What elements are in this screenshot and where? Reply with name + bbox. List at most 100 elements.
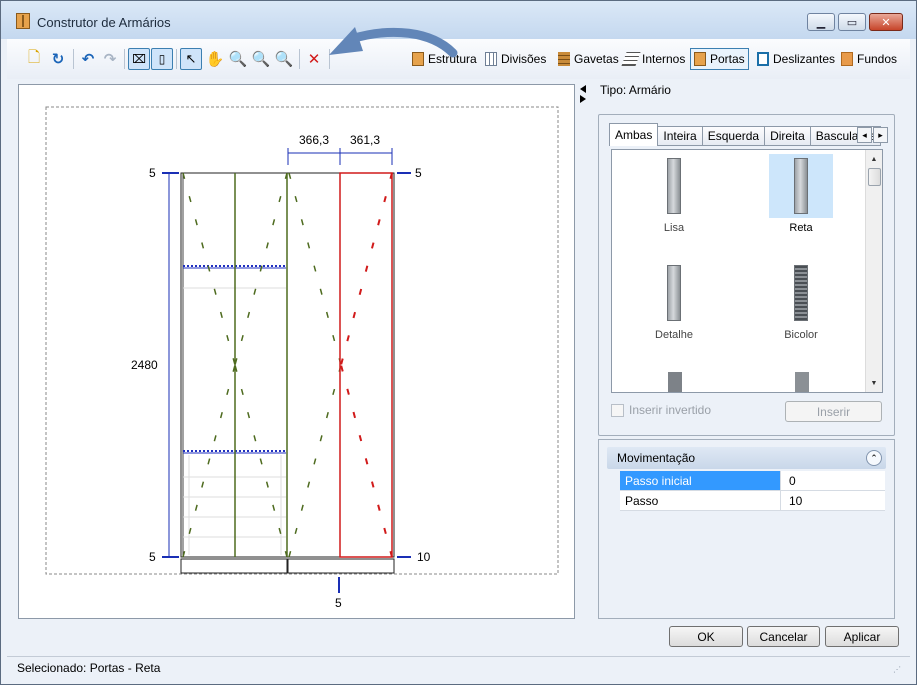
resize-grip-icon[interactable]: ⋰	[893, 665, 903, 675]
dimension-label-height: 2480	[131, 358, 158, 372]
category-label: Deslizantes	[773, 52, 836, 66]
tab-direita[interactable]: Direita	[765, 126, 811, 146]
chevron-left-icon: ◂	[862, 129, 867, 140]
main-window: Construtor de Armários ▁ ▭ ✕ 🗋 ↻ ↶ ↷ ⌧ ▯…	[0, 0, 917, 685]
maximize-button[interactable]: ▭	[838, 13, 866, 31]
door-open-view-icon: ⌧	[132, 52, 146, 66]
movement-grid: Passo inicial 0 Passo 10	[620, 471, 885, 511]
door-type-tabs: Ambas Inteira Esquerda Direita Basculant…	[609, 123, 882, 146]
category-label: Internos	[642, 52, 686, 66]
margin-label-bottom-left: 5	[149, 550, 156, 564]
category-divisoes[interactable]: Divisões	[481, 48, 550, 70]
ok-button[interactable]: OK	[669, 626, 743, 647]
pan-tool-button[interactable]: ✋	[204, 48, 226, 70]
undo-icon: ↶	[81, 51, 95, 68]
internos-icon	[621, 52, 641, 66]
type-label: Tipo: Armário	[600, 83, 671, 97]
close-button[interactable]: ✕	[869, 13, 903, 31]
zoom-fit-icon: 🔍	[274, 51, 294, 68]
property-value-input[interactable]: 10	[781, 491, 885, 510]
door-item-reta[interactable]: Reta	[769, 154, 833, 234]
margin-label-bottom-center: 5	[335, 596, 342, 610]
canvas-frame	[45, 106, 559, 575]
minimize-icon: ▁	[816, 16, 826, 29]
category-label: Gavetas	[574, 52, 619, 66]
tab-esquerda[interactable]: Esquerda	[702, 126, 766, 146]
door-item-bicolor[interactable]: Bicolor	[769, 261, 833, 341]
grid-row-passo-inicial[interactable]: Passo inicial 0	[620, 471, 885, 491]
category-gavetas[interactable]: Gavetas	[554, 48, 623, 70]
view-mode-button-1[interactable]: ⌧	[128, 48, 150, 70]
door-item-detalhe[interactable]: Detalhe	[642, 261, 706, 341]
collapse-chevron-up-icon[interactable]: ⌃	[866, 450, 882, 466]
gallery-scrollbar[interactable]: ▲ ▼	[865, 150, 882, 392]
category-deslizantes[interactable]: Deslizantes	[753, 48, 839, 70]
door-detalhe-thumbnail	[667, 265, 681, 321]
dimension-label-top-left: 366,3	[299, 133, 329, 147]
insert-inverted-row[interactable]: Inserir invertido	[611, 403, 711, 417]
door-gallery: Lisa Reta Detalhe Bicolor ▲ ▼	[611, 149, 883, 393]
scroll-down-icon[interactable]: ▼	[866, 376, 882, 390]
door-bicolor-thumbnail	[794, 265, 808, 321]
door-item-label: Detalhe	[655, 329, 693, 341]
insert-button[interactable]: Inserir	[785, 401, 882, 422]
collapse-panel-arrows[interactable]	[578, 83, 588, 103]
annotation-arrow	[329, 27, 458, 58]
view-mode-button-2[interactable]: ▯	[151, 48, 173, 70]
category-fundos[interactable]: Fundos	[837, 48, 901, 70]
delete-x-icon: ✕	[307, 51, 321, 68]
door-item-lisa[interactable]: Lisa	[642, 154, 706, 234]
door-thumbnail-partial	[795, 372, 809, 392]
tab-scroll-left[interactable]: ◂	[857, 127, 872, 143]
apply-button[interactable]: Aplicar	[825, 626, 899, 647]
redo-button[interactable]: ↷	[99, 48, 121, 70]
deslizantes-icon	[757, 52, 769, 66]
close-icon: ✕	[881, 16, 891, 29]
category-portas[interactable]: Portas	[690, 48, 749, 70]
cancel-button[interactable]: Cancelar	[747, 626, 820, 647]
insert-inverted-checkbox[interactable]	[611, 403, 624, 417]
door-closed-view-icon: ▯	[158, 52, 166, 66]
margin-label-top-right: 5	[415, 166, 422, 180]
toolbar-separator	[124, 49, 125, 69]
margin-label-top-left: 5	[149, 166, 156, 180]
chevron-right-icon: ▸	[878, 129, 883, 140]
property-key: Passo	[620, 491, 781, 510]
property-value-input[interactable]: 0	[781, 471, 885, 490]
tab-scroll-right[interactable]: ▸	[873, 127, 888, 143]
door-item-label: Lisa	[663, 222, 685, 234]
door-thumbnail-partial	[668, 372, 682, 392]
gavetas-icon	[558, 52, 570, 66]
maximize-icon: ▭	[846, 16, 858, 29]
grid-row-passo[interactable]: Passo 10	[620, 491, 885, 511]
fundos-icon	[841, 52, 853, 66]
zoom-in-button[interactable]: 🔍	[227, 48, 249, 70]
new-button[interactable]: 🗋	[23, 48, 45, 70]
undo-button[interactable]: ↶	[77, 48, 99, 70]
status-text: Selecionado: Portas - Reta	[17, 660, 161, 675]
zoom-in-icon: 🔍	[228, 51, 248, 68]
window-title: Construtor de Armários	[37, 15, 171, 30]
refresh-button[interactable]: ↻	[47, 48, 69, 70]
category-internos[interactable]: Internos	[620, 48, 689, 70]
category-label: Divisões	[501, 52, 547, 66]
zoom-out-button[interactable]: 🔍	[250, 48, 272, 70]
dimension-label-top-right: 361,3	[350, 133, 380, 147]
door-left-pair	[182, 172, 342, 558]
movement-header[interactable]: Movimentação ⌃	[607, 447, 886, 469]
minimize-button[interactable]: ▁	[807, 13, 835, 31]
portas-icon	[694, 52, 706, 66]
scrollbar-thumb[interactable]	[868, 168, 881, 186]
toolbar-separator	[299, 49, 300, 69]
tab-ambas[interactable]: Ambas	[609, 123, 659, 146]
door-right-selected	[339, 172, 393, 558]
drawing-canvas[interactable]: 366,3 361,3 2480 5 5 5 10 5	[18, 84, 575, 619]
new-document-icon: 🗋	[27, 48, 41, 66]
zoom-out-icon: 🔍	[251, 51, 271, 68]
select-tool-button[interactable]: ↖	[180, 48, 202, 70]
zoom-fit-button[interactable]: 🔍	[273, 48, 295, 70]
category-label: Fundos	[857, 52, 898, 66]
tab-inteira[interactable]: Inteira	[658, 126, 703, 146]
wardrobe-drawing: 366,3 361,3 2480 5 5 5 10 5	[45, 106, 559, 610]
scroll-up-icon[interactable]: ▲	[866, 152, 882, 166]
